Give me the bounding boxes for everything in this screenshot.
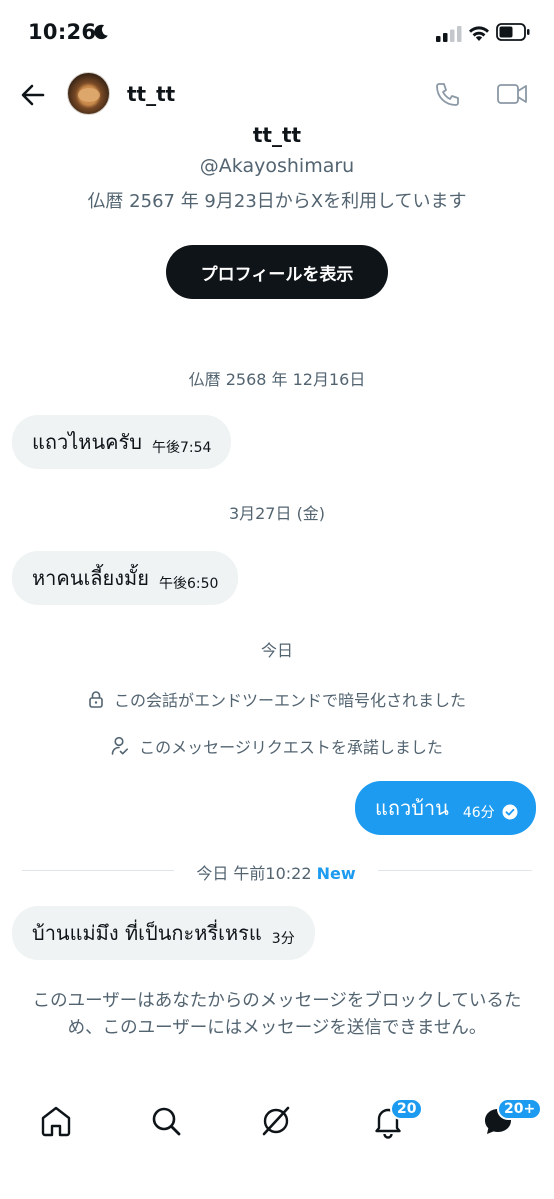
- divider-line: [22, 870, 174, 871]
- message-text: บ้านแม่มึง ที่เป็นกะหรี่เหรแ: [32, 921, 262, 945]
- search-icon[interactable]: [148, 1103, 184, 1139]
- message-time: 午後7:54: [151, 440, 212, 456]
- notifications-badge: 20: [390, 1098, 424, 1120]
- system-message-text: この会話がエンドツーエンドで暗号化されました: [113, 691, 466, 710]
- message-text: หาคนเลี้ยงมั้ย: [32, 566, 149, 590]
- sent-message[interactable]: แถวบ้าน 46分: [355, 781, 536, 835]
- grok-icon[interactable]: [258, 1103, 294, 1139]
- date-separator: 3月27日 (金): [228, 504, 326, 523]
- view-profile-button[interactable]: プロフィールを表示: [166, 245, 388, 299]
- system-message-text: このメッセージリクエストを承諾しました: [139, 738, 443, 757]
- date-separator: 今日: [260, 641, 293, 660]
- user-check-icon: [111, 736, 129, 755]
- received-message[interactable]: หาคนเลี้ยงมั้ย 午後6:50: [12, 551, 239, 605]
- blocked-notice: このユーザーはあなたからのメッセージをブロックしているため、このユーザーにはメッ…: [32, 991, 522, 1038]
- divider-line: [378, 870, 532, 871]
- message-time: 午後6:50: [158, 576, 219, 592]
- message-text: แถวไหนครับ: [32, 430, 142, 454]
- avatar[interactable]: [67, 72, 110, 115]
- wifi-icon: [469, 26, 489, 41]
- message-text: แถวบ้าน: [375, 796, 449, 820]
- home-icon[interactable]: [38, 1103, 74, 1139]
- profile-name: tt_tt: [252, 123, 302, 147]
- lock-icon: [89, 691, 103, 708]
- status-time: 10:26: [28, 20, 97, 44]
- profile-joined-date: 仏暦 2567 年 9月23日からXを利用しています: [87, 191, 467, 212]
- profile-handle: @Akayoshimaru: [199, 155, 355, 177]
- battery-icon: [496, 23, 530, 41]
- signal-icon: [436, 26, 462, 42]
- messages-badge: 20+: [497, 1098, 543, 1120]
- date-separator: 仏暦 2568 年 12月16日: [188, 370, 366, 389]
- new-messages-divider: 今日 午前10:22 New: [174, 860, 378, 884]
- back-button[interactable]: [18, 80, 48, 110]
- divider-label: 今日 午前10:22: [196, 864, 312, 883]
- system-message-accepted: このメッセージリクエストを承諾しました: [0, 734, 554, 758]
- phone-call-button[interactable]: [432, 80, 462, 110]
- received-message[interactable]: บ้านแม่มึง ที่เป็นกะหรี่เหรแ 3分: [12, 906, 315, 960]
- message-time: 46分: [462, 805, 495, 821]
- received-message[interactable]: แถวไหนครับ 午後7:54: [12, 415, 232, 469]
- video-call-button[interactable]: [496, 80, 528, 108]
- new-badge: New: [316, 864, 356, 883]
- read-check-icon: [502, 804, 518, 820]
- moon-icon: [94, 24, 108, 40]
- message-time: 3分: [271, 931, 295, 947]
- system-message-encrypted: この会話がエンドツーエンドで暗号化されました: [0, 687, 554, 711]
- header-username[interactable]: tt_tt: [127, 82, 175, 106]
